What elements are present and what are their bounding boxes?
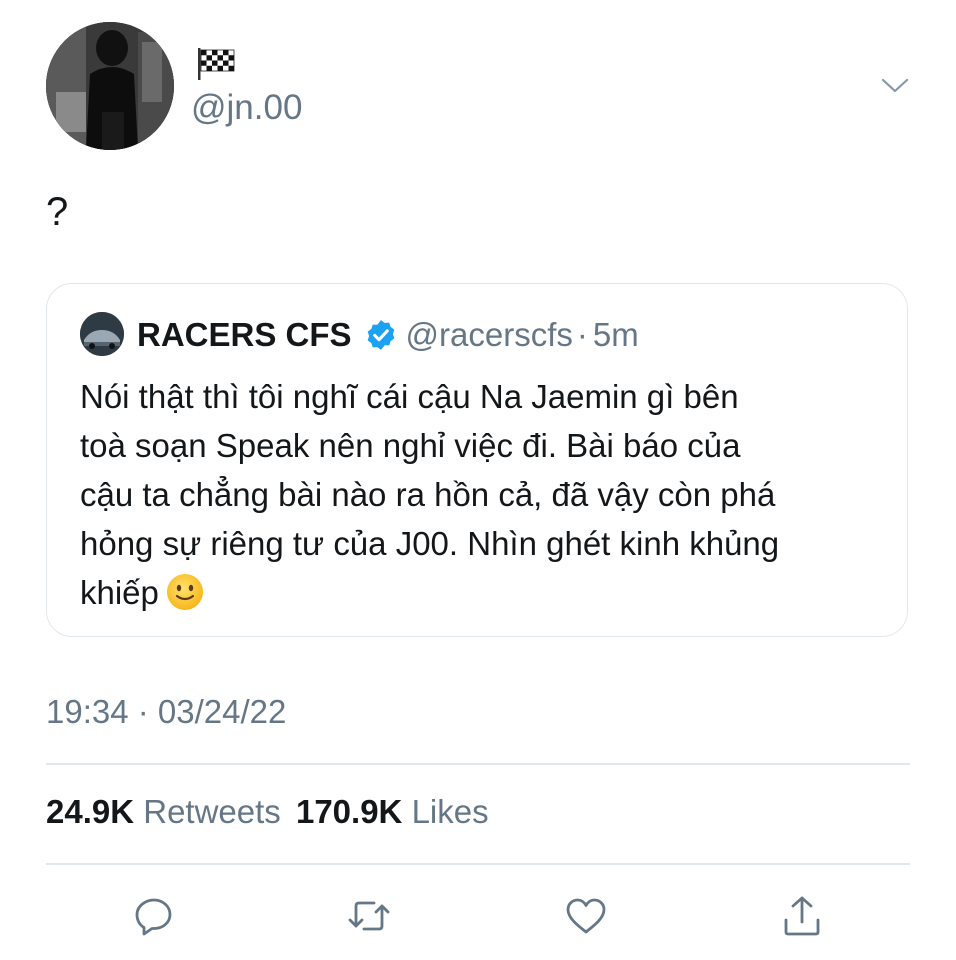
- verified-badge-icon: [364, 318, 398, 352]
- reply-button[interactable]: [132, 894, 176, 938]
- author-handle[interactable]: @jn.00: [191, 88, 302, 128]
- quoted-tweet-text: Nói thật thì tôi nghĩ cái cậu Na Jaemin …: [80, 372, 880, 617]
- quoted-author-avatar: [80, 312, 124, 356]
- divider: [46, 863, 910, 865]
- quoted-text-line: Nói thật thì tôi nghĩ cái cậu Na Jaemin …: [80, 378, 739, 415]
- chequered-flag-icon: [196, 48, 236, 80]
- like-icon: [566, 898, 606, 934]
- quoted-text-line: toà soạn Speak nên nghỉ việc đi. Bài báo…: [80, 427, 741, 464]
- chevron-down-icon[interactable]: [880, 76, 910, 96]
- tweet-text: ?: [46, 190, 69, 234]
- likes-label: Likes: [411, 793, 489, 830]
- tweet-timestamp[interactable]: 19:34 · 03/24/22: [46, 693, 286, 731]
- slightly-smiling-face-icon: [165, 572, 205, 612]
- quoted-author-handle[interactable]: @racerscfs: [406, 316, 573, 354]
- quoted-author-name[interactable]: RACERS CFS: [137, 316, 352, 354]
- quoted-text-line: cậu ta chẳng bài nào ra hồn cả, đã vậy c…: [80, 476, 776, 513]
- retweet-button[interactable]: [347, 894, 391, 938]
- quoted-text-line: hỏng sự riêng tư của J00. Nhìn ghét kinh…: [80, 525, 780, 562]
- retweet-icon: [348, 901, 390, 931]
- retweets-label: Retweets: [143, 793, 281, 830]
- like-button[interactable]: [564, 894, 608, 938]
- quoted-tweet-header: RACERS CFS @racerscfs · 5m: [137, 313, 639, 357]
- likes-count: 170.9K: [295, 793, 403, 830]
- divider: [46, 763, 910, 765]
- retweets-stat[interactable]: 24.9K Retweets: [46, 793, 281, 830]
- quoted-text-line: khiếp: [80, 574, 159, 611]
- author-avatar[interactable]: [46, 22, 174, 150]
- likes-stat[interactable]: 170.9K Likes: [296, 793, 489, 830]
- share-button[interactable]: [780, 894, 824, 938]
- quoted-tweet-time: 5m: [592, 316, 639, 353]
- quoted-text-last-line: khiếp: [80, 568, 880, 617]
- retweets-count: 24.9K: [46, 793, 135, 830]
- share-icon: [784, 896, 820, 936]
- tweet-stats: 24.9K Retweets 170.9K Likes: [46, 793, 489, 831]
- separator-dot: ·: [576, 316, 588, 353]
- reply-icon: [135, 898, 172, 936]
